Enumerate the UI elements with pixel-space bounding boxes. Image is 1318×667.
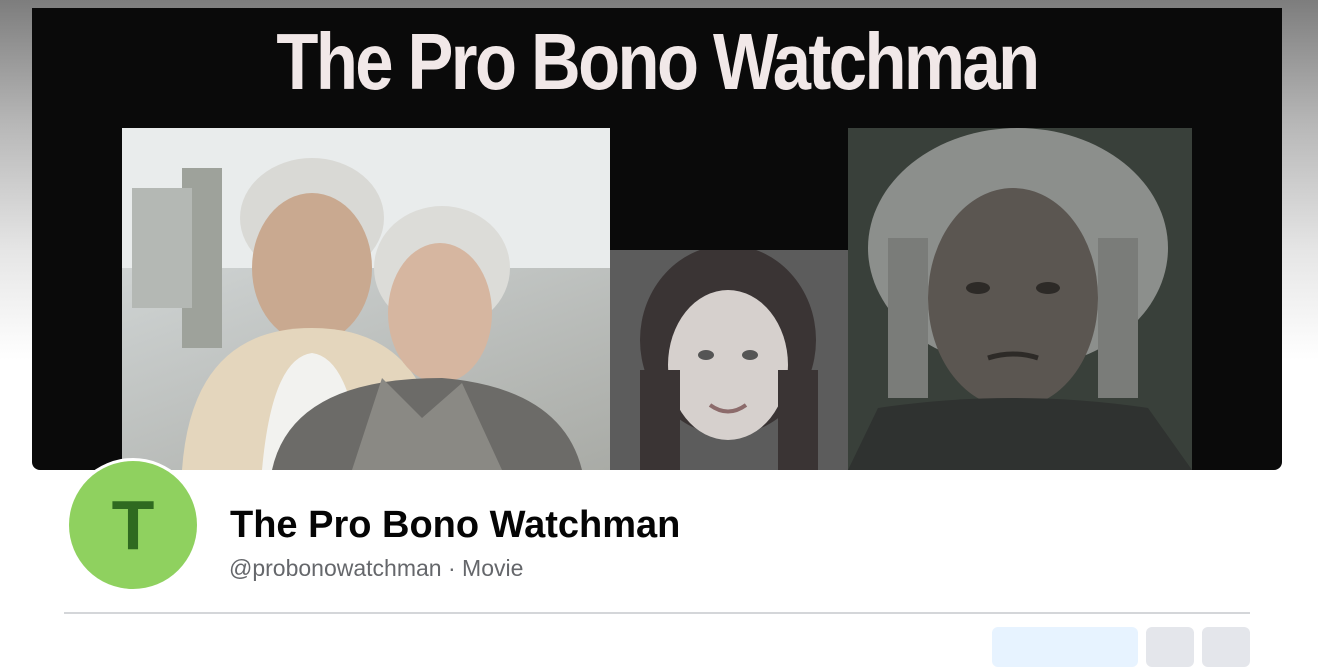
cover-photo-couple [122,128,610,470]
cover-title: The Pro Bono Watchman [276,17,1040,106]
meta-separator: · [447,555,456,581]
cover-photo[interactable]: The Pro Bono Watchman [32,8,1282,470]
cover-photo-girl [610,250,848,470]
page-title: The Pro Bono Watchman [230,504,681,546]
secondary-action-button[interactable] [1146,627,1194,667]
avatar[interactable]: T [66,458,200,592]
header-divider [64,612,1250,614]
cover-photo-man [848,128,1192,470]
page-meta: @probonowatchman · Movie [229,555,523,582]
more-options-button[interactable] [1202,627,1250,667]
primary-action-button[interactable] [992,627,1138,667]
avatar-letter: T [111,486,155,564]
page-category[interactable]: Movie [462,555,523,581]
page-handle: @probonowatchman [229,555,442,581]
letter-avatar-icon: T [69,461,197,589]
